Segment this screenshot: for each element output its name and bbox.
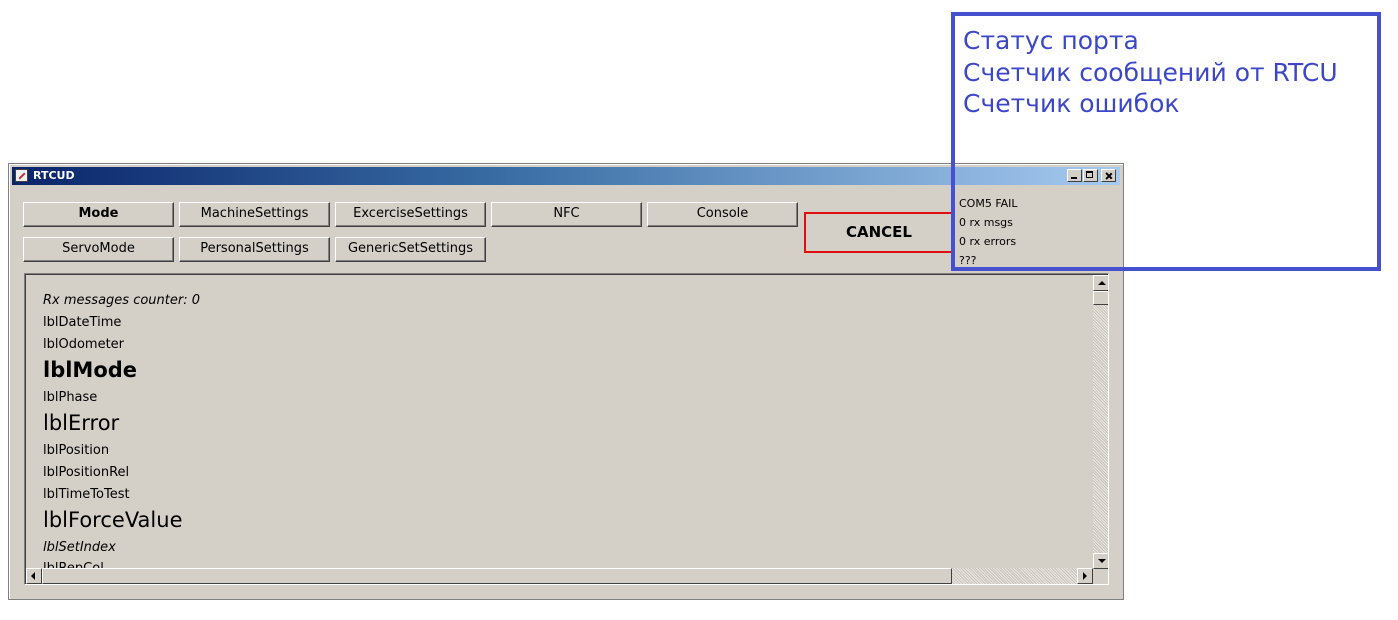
scroll-left-button[interactable] xyxy=(26,568,42,584)
arrow-down-icon xyxy=(1098,559,1106,563)
vertical-scrollbar[interactable] xyxy=(1093,275,1108,569)
mode-button[interactable]: Mode xyxy=(23,202,174,227)
horizontal-scrollbar[interactable] xyxy=(26,568,1093,584)
servo-mode-button[interactable]: ServoMode xyxy=(23,237,174,262)
annotation-error-counter: Счетчик ошибок xyxy=(963,89,1180,118)
arrow-up-icon xyxy=(1098,281,1106,285)
error-label: lblError xyxy=(43,411,120,435)
exercise-settings-button[interactable]: ExcerciseSettings xyxy=(335,202,486,227)
app-icon xyxy=(15,169,28,182)
arrow-right-icon xyxy=(1083,572,1087,580)
rx-counter-label: Rx messages counter: 0 xyxy=(43,293,200,308)
set-index-label: lblSetIndex xyxy=(43,540,116,555)
vertical-scroll-thumb[interactable] xyxy=(1093,291,1108,305)
annotation-box: Статус порта Счетчик сообщений от RTCU С… xyxy=(951,12,1381,271)
annotation-port-status: Статус порта xyxy=(963,26,1139,55)
arrow-left-icon xyxy=(31,572,35,580)
window-title: RTCUD xyxy=(33,169,75,182)
phase-label: lblPhase xyxy=(43,390,98,405)
machine-settings-button[interactable]: MachineSettings xyxy=(179,202,330,227)
annotation-message-counter: Счетчик сообщений от RTCU xyxy=(963,58,1338,87)
position-rel-label: lblPositionRel xyxy=(43,465,130,480)
content-pane[interactable]: Rx messages counter: 0 lblDateTime lblOd… xyxy=(24,273,1109,585)
position-label: lblPosition xyxy=(43,443,110,458)
time-to-test-label: lblTimeToTest xyxy=(43,487,130,502)
personal-settings-button[interactable]: PersonalSettings xyxy=(179,237,330,262)
horizontal-scroll-thumb[interactable] xyxy=(42,568,952,584)
odometer-label: lblOdometer xyxy=(43,337,125,352)
cancel-button[interactable]: CANCEL xyxy=(804,212,954,253)
nfc-button[interactable]: NFC xyxy=(491,202,642,227)
scroll-right-button[interactable] xyxy=(1077,568,1093,584)
date-time-label: lblDateTime xyxy=(43,315,122,330)
console-button[interactable]: Console xyxy=(647,202,798,227)
scroll-down-button[interactable] xyxy=(1093,553,1108,569)
force-value-label: lblForceValue xyxy=(43,508,183,532)
scroll-up-button[interactable] xyxy=(1093,275,1108,291)
generic-set-settings-button[interactable]: GenericSetSettings xyxy=(335,237,486,262)
mode-label: lblMode xyxy=(43,358,138,382)
